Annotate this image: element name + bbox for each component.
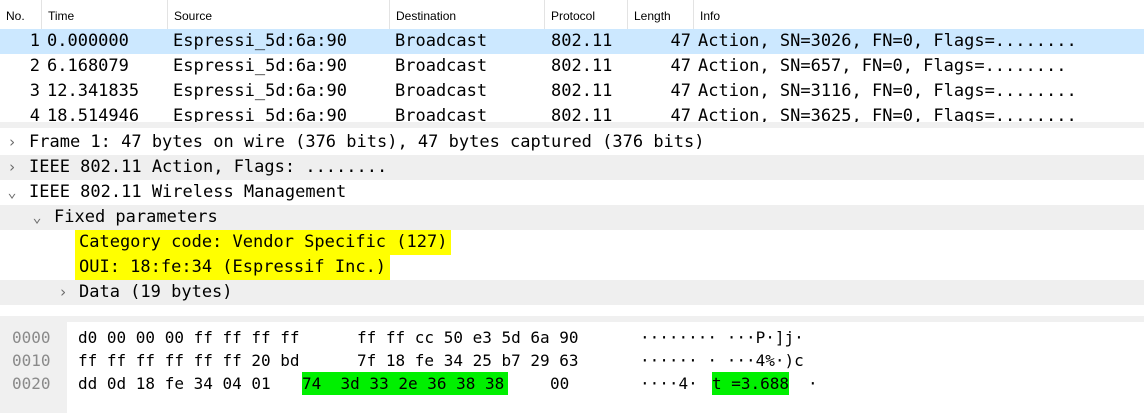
tree-item-frame[interactable]: › Frame 1: 47 bytes on wire (376 bits), … bbox=[0, 130, 1144, 155]
tree-item-80211-action[interactable]: › IEEE 802.11 Action, Flags: ........ bbox=[0, 155, 1144, 180]
packet-row[interactable]: 4 18.514946 Espressi_5d:6a:90 Broadcast 802.… bbox=[0, 104, 1144, 122]
packet-cell-protocol: 802.11 bbox=[551, 31, 613, 51]
column-header-protocol[interactable]: Protocol bbox=[545, 0, 628, 29]
tree-item-label: Fixed parameters bbox=[54, 207, 218, 227]
packet-cell-info: Action, SN=3026, FN=0, Flags=........ bbox=[698, 31, 1077, 51]
tree-item-data[interactable]: › Data (19 bytes) bbox=[0, 280, 1144, 305]
tree-item-label: IEEE 802.11 Wireless Management bbox=[29, 182, 347, 202]
byte-row: 0020 dd 0d 18 fe 34 04 01 74 3d 33 2e 36… bbox=[0, 372, 1144, 395]
tree-item-fixed-parameters[interactable]: ⌄ Fixed parameters bbox=[0, 205, 1144, 230]
byte-offset: 0010 bbox=[12, 351, 51, 370]
byte-offset: 0020 bbox=[12, 374, 51, 393]
hex-bytes[interactable]: ff ff ff ff ff ff 20 bd bbox=[78, 349, 300, 372]
packet-list-header: No. Time Source Destination Protocol Len… bbox=[0, 0, 1144, 30]
packet-cell-protocol: 802.11 bbox=[551, 81, 613, 101]
tree-item-oui[interactable]: OUI: 18:fe:34 (Espressif Inc.) bbox=[0, 255, 1144, 280]
packet-cell-source: Espressi_5d:6a:90 bbox=[173, 56, 347, 76]
packet-cell-source: Espressi_5d:6a:90 bbox=[173, 81, 347, 101]
ascii-bytes-selected[interactable]: t =3.688 bbox=[712, 372, 790, 395]
chevron-right-icon[interactable]: › bbox=[5, 155, 19, 180]
packet-details-tree[interactable]: › Frame 1: 47 bytes on wire (376 bits), … bbox=[0, 128, 1144, 316]
chevron-right-icon[interactable]: › bbox=[56, 280, 70, 305]
packet-cell-destination: Broadcast bbox=[395, 106, 488, 122]
column-header-info[interactable]: Info bbox=[694, 0, 1144, 29]
packet-cell-info: Action, SN=3625, FN=0, Flags=........ bbox=[698, 106, 1077, 122]
packet-cell-time: 0.000000 bbox=[47, 31, 129, 51]
byte-row: 0010 ff ff ff ff ff ff 20 bd 7f 18 fe 34… bbox=[0, 349, 1144, 372]
packet-cell-source: Espressi_5d:6a:90 bbox=[173, 31, 347, 51]
packet-row[interactable]: 1 0.000000 Espressi_5d:6a:90 Broadcast 802.1… bbox=[0, 29, 1144, 54]
tree-item-label: OUI: 18:fe:34 (Espressif Inc.) bbox=[75, 255, 391, 280]
packet-cell-protocol: 802.11 bbox=[551, 106, 613, 122]
packet-list[interactable]: No. Time Source Destination Protocol Len… bbox=[0, 0, 1144, 122]
chevron-down-icon[interactable]: ⌄ bbox=[5, 180, 19, 205]
column-header-source[interactable]: Source bbox=[168, 0, 390, 29]
packet-cell-length: 47 bbox=[670, 81, 691, 101]
hex-bytes[interactable]: ff ff cc 50 e3 5d 6a 90 bbox=[357, 326, 579, 349]
tree-item-label: Frame 1: 47 bytes on wire (376 bits), 47… bbox=[29, 132, 705, 152]
packet-row[interactable]: 3 12.341835 Espressi_5d:6a:90 Broadcast 802.… bbox=[0, 79, 1144, 104]
ascii-bytes[interactable]: ········ ···P·]j· bbox=[640, 326, 804, 349]
column-header-time[interactable]: Time bbox=[42, 0, 168, 29]
packet-cell-no: 4 bbox=[29, 106, 40, 122]
packet-cell-no: 1 bbox=[29, 31, 40, 51]
packet-cell-destination: Broadcast bbox=[395, 56, 488, 76]
chevron-down-icon[interactable]: ⌄ bbox=[30, 205, 44, 230]
packet-cell-destination: Broadcast bbox=[395, 81, 488, 101]
packet-cell-length: 47 bbox=[670, 31, 691, 51]
tree-item-category-code[interactable]: Category code: Vendor Specific (127) bbox=[0, 230, 1144, 255]
packet-row[interactable]: 2 6.168079 Espressi_5d:6a:90 Broadcast 802.1… bbox=[0, 54, 1144, 79]
tree-item-label: IEEE 802.11 Action, Flags: ........ bbox=[29, 157, 388, 177]
column-header-destination[interactable]: Destination bbox=[390, 0, 545, 29]
hex-bytes[interactable]: 7f 18 fe 34 25 b7 29 63 bbox=[357, 349, 579, 372]
byte-offset: 0000 bbox=[12, 328, 51, 347]
tree-item-wireless-management[interactable]: ⌄ IEEE 802.11 Wireless Management bbox=[0, 180, 1144, 205]
packet-cell-info: Action, SN=657, FN=0, Flags=........ bbox=[698, 56, 1067, 76]
ascii-bytes[interactable]: ····4· bbox=[640, 372, 698, 395]
byte-row: 0000 d0 00 00 00 ff ff ff ff ff ff cc 50… bbox=[0, 326, 1144, 349]
packet-cell-length: 47 bbox=[670, 106, 691, 122]
column-header-length[interactable]: Length bbox=[628, 0, 694, 29]
packet-cell-destination: Broadcast bbox=[395, 31, 488, 51]
column-header-no[interactable]: No. bbox=[0, 0, 42, 29]
packet-bytes-pane[interactable]: 0000 d0 00 00 00 ff ff ff ff ff ff cc 50… bbox=[0, 322, 1144, 413]
ascii-bytes[interactable]: · bbox=[808, 372, 818, 395]
packet-cell-protocol: 802.11 bbox=[551, 56, 613, 76]
ascii-bytes[interactable]: ······ · ···4%·)c bbox=[640, 349, 804, 372]
hex-bytes[interactable]: dd 0d 18 fe 34 04 01 bbox=[78, 372, 271, 395]
packet-cell-time: 18.514946 bbox=[47, 106, 140, 122]
hex-bytes[interactable]: 00 bbox=[550, 372, 569, 395]
packet-cell-no: 2 bbox=[29, 56, 40, 76]
hex-bytes-selected[interactable]: 74 3d 33 2e 36 38 38 bbox=[302, 372, 509, 395]
tree-item-label: Category code: Vendor Specific (127) bbox=[75, 230, 452, 255]
packet-cell-no: 3 bbox=[29, 81, 40, 101]
packet-cell-source: Espressi_5d:6a:90 bbox=[173, 106, 347, 122]
hex-bytes[interactable]: d0 00 00 00 ff ff ff ff bbox=[78, 326, 300, 349]
packet-cell-time: 6.168079 bbox=[47, 56, 129, 76]
chevron-right-icon[interactable]: › bbox=[5, 130, 19, 155]
packet-cell-time: 12.341835 bbox=[47, 81, 140, 101]
packet-cell-length: 47 bbox=[670, 56, 691, 76]
packet-cell-info: Action, SN=3116, FN=0, Flags=........ bbox=[698, 81, 1077, 101]
tree-item-label: Data (19 bytes) bbox=[79, 282, 233, 302]
